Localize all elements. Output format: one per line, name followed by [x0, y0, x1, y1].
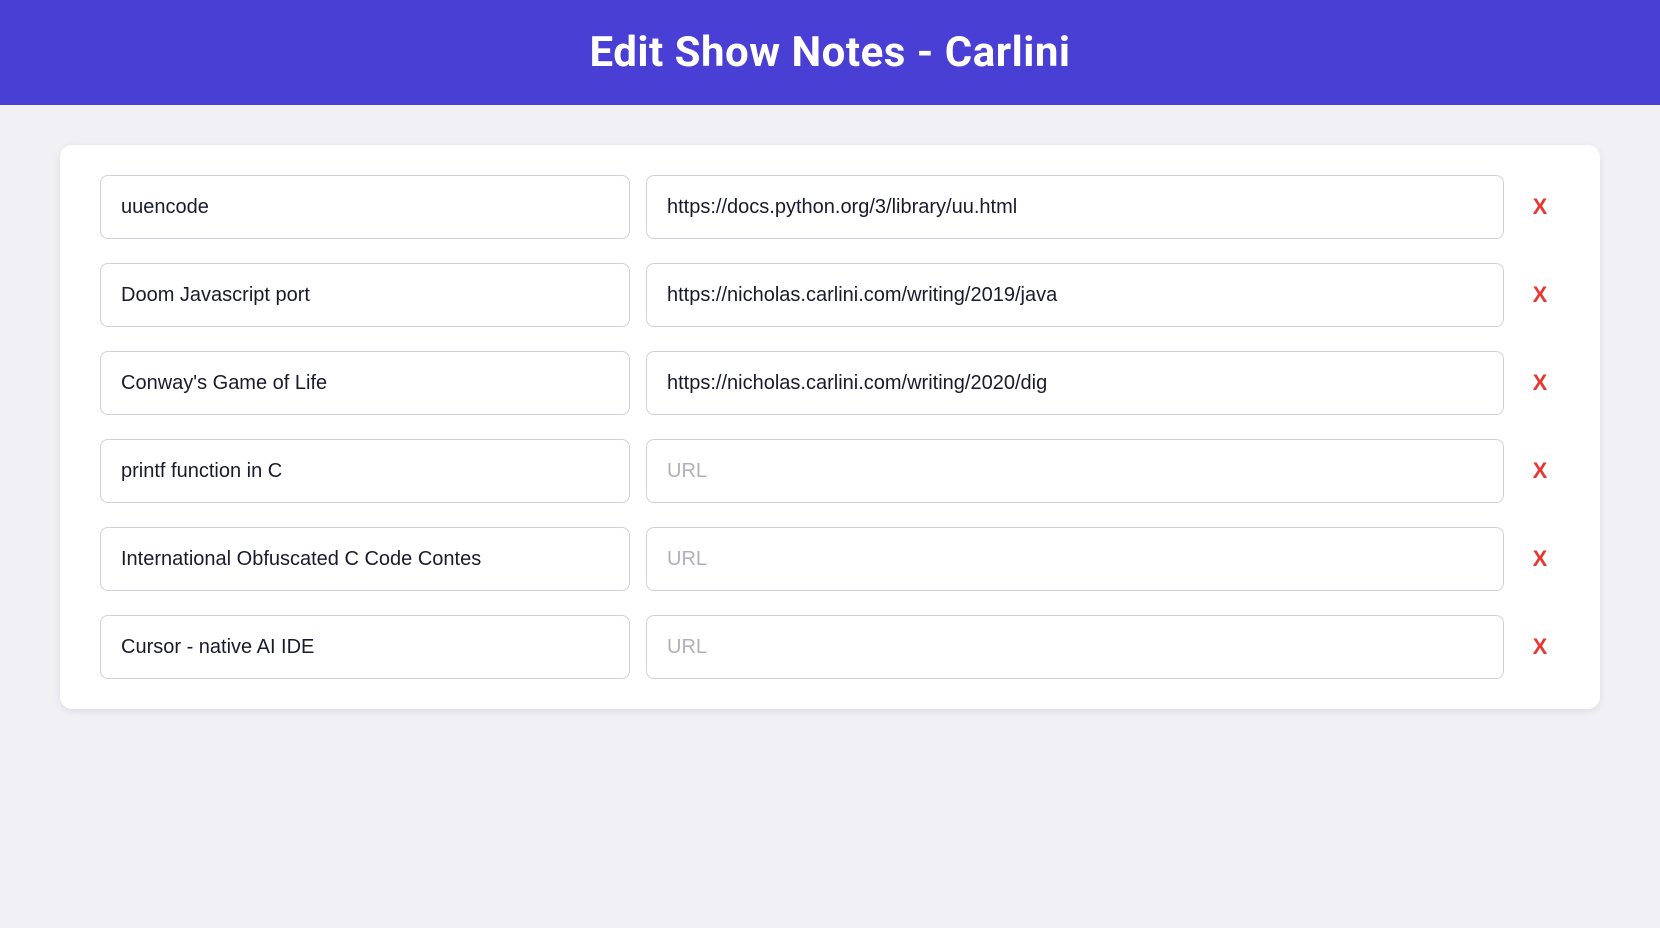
delete-button-6[interactable]: X [1520, 630, 1560, 664]
main-content: X X X X X X [0, 105, 1660, 749]
table-row: X [100, 527, 1560, 591]
name-input-4[interactable] [100, 439, 630, 503]
table-row: X [100, 439, 1560, 503]
url-input-2[interactable] [646, 263, 1504, 327]
table-row: X [100, 263, 1560, 327]
page-title: Edit Show Notes - Carlini [20, 28, 1640, 77]
name-input-5[interactable] [100, 527, 630, 591]
url-input-1[interactable] [646, 175, 1504, 239]
url-input-6[interactable] [646, 615, 1504, 679]
url-input-5[interactable] [646, 527, 1504, 591]
notes-card: X X X X X X [60, 145, 1600, 709]
page-header: Edit Show Notes - Carlini [0, 0, 1660, 105]
delete-button-3[interactable]: X [1520, 366, 1560, 400]
name-input-2[interactable] [100, 263, 630, 327]
delete-button-5[interactable]: X [1520, 542, 1560, 576]
table-row: X [100, 175, 1560, 239]
name-input-3[interactable] [100, 351, 630, 415]
table-row: X [100, 615, 1560, 679]
url-input-3[interactable] [646, 351, 1504, 415]
delete-button-2[interactable]: X [1520, 278, 1560, 312]
url-input-4[interactable] [646, 439, 1504, 503]
delete-button-1[interactable]: X [1520, 190, 1560, 224]
delete-button-4[interactable]: X [1520, 454, 1560, 488]
name-input-1[interactable] [100, 175, 630, 239]
name-input-6[interactable] [100, 615, 630, 679]
table-row: X [100, 351, 1560, 415]
